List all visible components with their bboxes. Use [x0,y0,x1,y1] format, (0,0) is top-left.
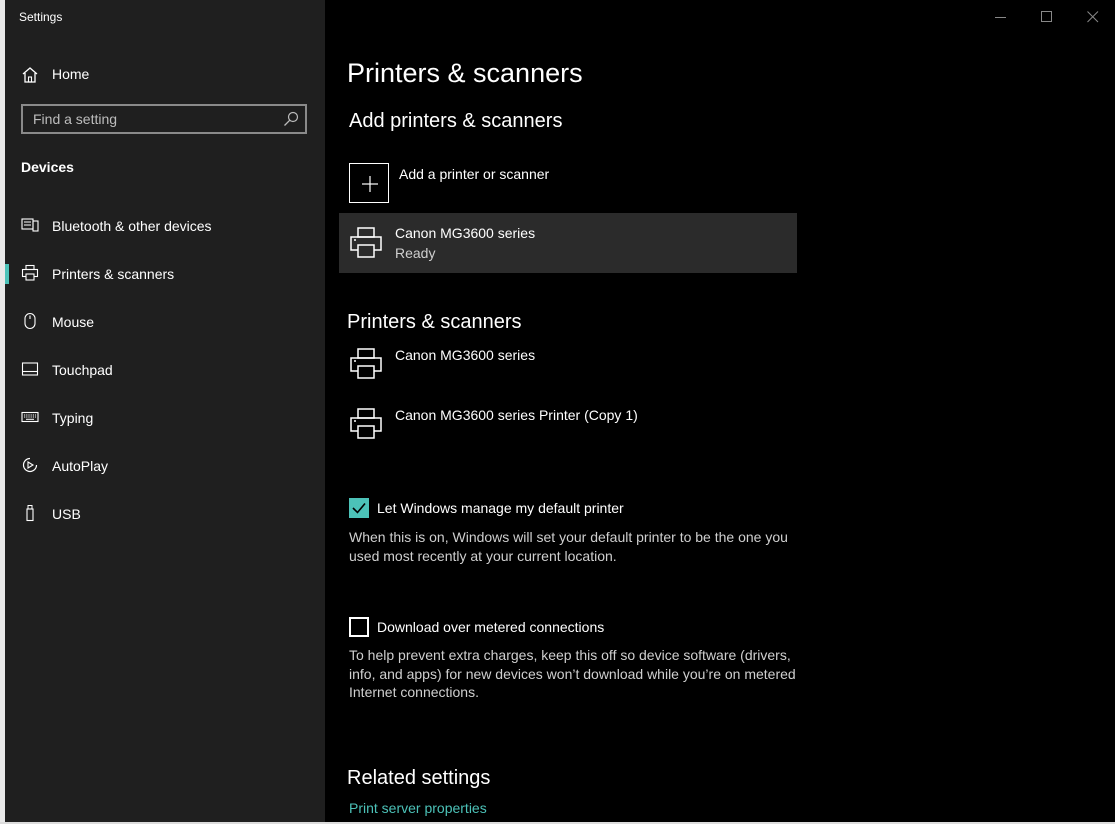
bluetooth-devices-icon [21,218,39,232]
add-printer-button[interactable]: Add a printer or scanner [349,163,789,203]
sidebar-item-label: Bluetooth & other devices [52,218,212,234]
found-printer-name: Canon MG3600 series [395,225,536,241]
sidebar-item-touchpad[interactable]: Touchpad [5,346,325,394]
printer-list-item[interactable]: Canon MG3600 series [339,337,797,393]
checkmark-icon [352,502,366,514]
printer-icon [350,408,382,439]
sidebar-item-autoplay[interactable]: AutoPlay [5,442,325,490]
autoplay-icon [22,457,38,473]
sidebar-item-label: Printers & scanners [52,266,175,282]
printer-list-title: Printers & scanners [347,311,522,333]
sidebar-item-label: AutoPlay [52,458,109,474]
metered-label: Download over metered connections [377,619,605,635]
sidebar-item-bluetooth[interactable]: Bluetooth & other devices [5,202,325,250]
home-icon [22,67,38,83]
settings-window: Settings Home Devices [5,0,1115,822]
metered-checkbox-row[interactable]: Download over metered connections [349,617,809,639]
touchpad-icon [21,362,39,376]
default-printer-checkbox[interactable] [349,498,369,518]
sidebar-section-title: Devices [21,159,74,175]
found-printer-item[interactable]: Canon MG3600 series Ready [339,213,797,273]
keyboard-icon [21,411,39,423]
default-printer-checkbox-row[interactable]: Let Windows manage my default printer [349,498,809,520]
printer-list-item[interactable]: Canon MG3600 series Printer (Copy 1) [339,397,797,453]
main-content: Printers & scanners Add printers & scann… [325,0,1115,822]
sidebar-item-label: USB [52,506,81,522]
plus-icon [362,176,378,192]
metered-description: To help prevent extra charges, keep this… [349,647,796,701]
window-title: Settings [19,10,63,24]
printer-icon [350,227,382,258]
search-icon[interactable] [283,111,299,127]
search-box [21,104,307,134]
metered-checkbox[interactable] [349,617,369,637]
sidebar-item-mouse[interactable]: Mouse [5,298,325,346]
page-title: Printers & scanners [347,58,583,88]
sidebar-item-label: Mouse [52,314,95,330]
sidebar-nav: Bluetooth & other devices Printers & sca… [5,202,325,538]
sidebar-item-label: Touchpad [52,362,113,378]
sidebar-item-printers[interactable]: Printers & scanners [5,250,325,298]
mouse-icon [24,312,36,330]
add-printer-label: Add a printer or scanner [399,166,550,182]
printer-icon [21,264,39,281]
sidebar-home-label: Home [52,66,90,82]
usb-icon [26,505,34,522]
default-printer-label: Let Windows manage my default printer [377,500,624,516]
sidebar-item-usb[interactable]: USB [5,490,325,538]
printer-icon [350,348,382,379]
printer-name: Canon MG3600 series [395,347,536,363]
found-printer-status: Ready [395,245,436,261]
search-input[interactable] [23,106,283,132]
printer-name: Canon MG3600 series Printer (Copy 1) [395,407,638,423]
sidebar-item-label: Typing [52,410,94,426]
related-settings-title: Related settings [347,767,491,789]
add-box [349,163,389,203]
default-printer-description: When this is on, Windows will set your d… [349,529,788,564]
sidebar-home[interactable]: Home [5,58,325,90]
add-section-title: Add printers & scanners [349,110,563,132]
sidebar-item-typing[interactable]: Typing [5,394,325,442]
active-indicator [5,264,9,284]
print-server-properties-link[interactable]: Print server properties [349,800,487,816]
sidebar: Settings Home Devices [5,0,325,822]
